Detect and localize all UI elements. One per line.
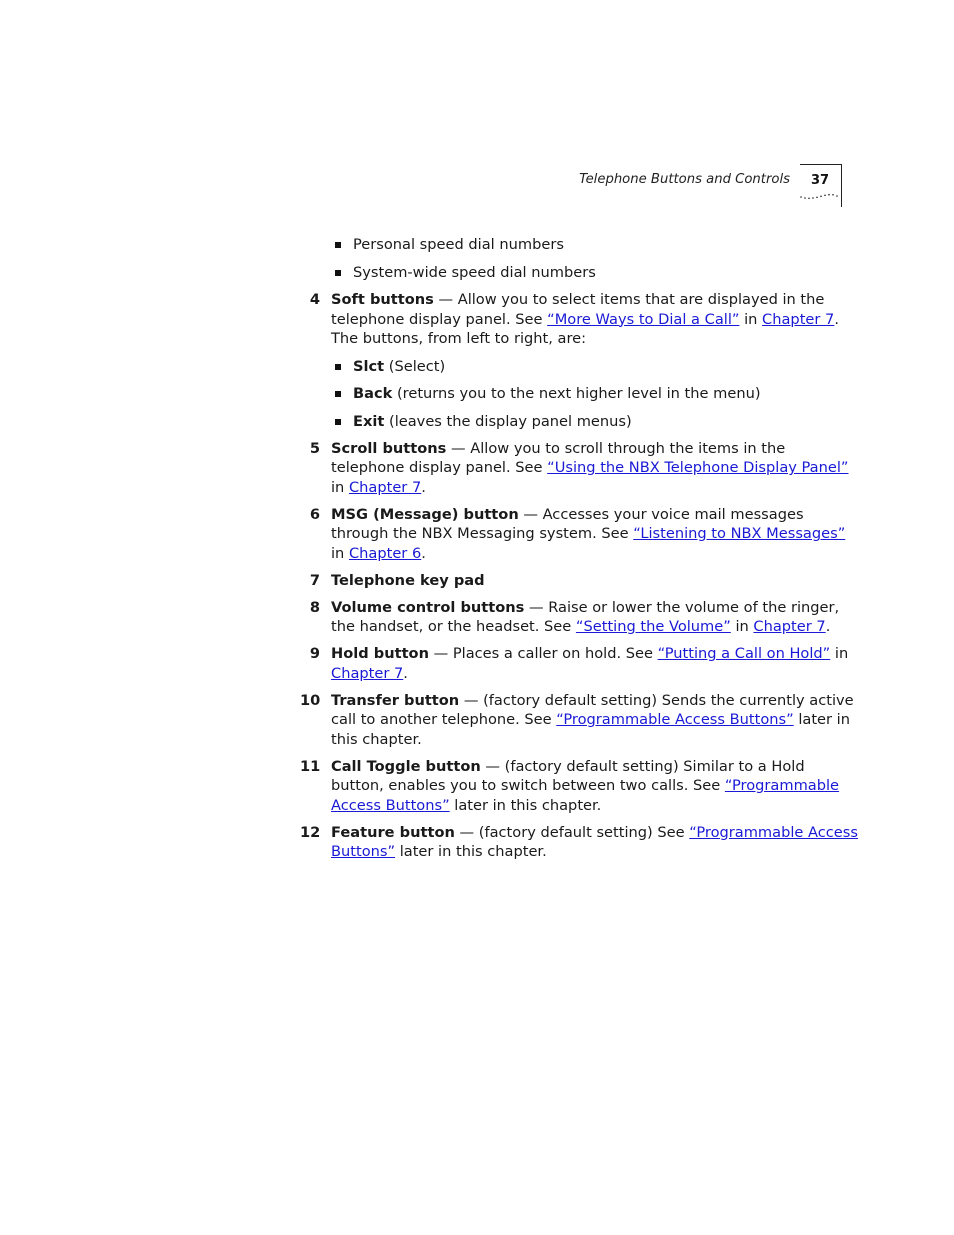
link-using-display-panel[interactable]: “Using the NBX Telephone Display Panel” (547, 459, 848, 476)
item-text: later in this chapter. (449, 796, 602, 814)
item-number: 4 (309, 291, 320, 308)
item-text: . (421, 478, 426, 496)
item-text: in (331, 544, 349, 562)
link-chapter-7[interactable]: Chapter 7 (753, 618, 825, 635)
numbered-item-hold-button: 9 Hold button — Places a caller on hold.… (300, 644, 860, 683)
link-setting-the-volume[interactable]: “Setting the Volume” (576, 618, 731, 635)
item-text: in (331, 478, 349, 496)
item-number: 5 (309, 439, 320, 457)
item-number: 6 (309, 505, 320, 523)
link-chapter-7[interactable]: Chapter 7 (349, 479, 421, 496)
link-chapter-7[interactable]: Chapter 7 (762, 311, 834, 328)
page-number: 37 (811, 173, 830, 188)
item-text: . (825, 618, 831, 635)
bullet-bold: Exit (353, 412, 385, 430)
bullet-text: System-wide speed dial numbers (353, 263, 596, 281)
numbered-item-scroll-buttons: 5 Scroll buttons — Allow you to scroll t… (300, 439, 860, 498)
item-title: Telephone key pad (331, 571, 485, 589)
item-title: Transfer button (331, 691, 460, 709)
bullet-text: (leaves the display panel menus) (384, 412, 632, 430)
square-bullet-icon (335, 269, 341, 276)
link-listening-to-messages[interactable]: “Listening to NBX Messages” (633, 525, 845, 542)
bullet-item-exit: Exit (leaves the display panel menus) (300, 412, 860, 432)
link-chapter-6[interactable]: Chapter 6 (349, 545, 421, 562)
bullet-text: (returns you to the next higher level in… (392, 385, 761, 402)
item-text: . (403, 664, 408, 682)
numbered-item-msg-button: 6 MSG (Message) button — Accesses your v… (300, 505, 860, 564)
item-text: in (830, 645, 849, 662)
bullet-item: System-wide speed dial numbers (300, 263, 860, 283)
item-text: — Places a caller on hold. See (428, 645, 658, 662)
link-chapter-7[interactable]: Chapter 7 (331, 665, 403, 682)
dotted-curve-decoration-icon (800, 193, 838, 200)
link-putting-call-on-hold[interactable]: “Putting a Call on Hold” (658, 645, 831, 662)
square-bullet-icon (335, 363, 341, 370)
document-body: Personal speed dial numbers System-wide … (300, 235, 860, 869)
numbered-item-key-pad: 7 Telephone key pad (300, 571, 860, 591)
item-number: 9 (309, 645, 320, 662)
item-title: Call Toggle button (331, 757, 481, 775)
item-number: 8 (309, 598, 320, 616)
item-title: Scroll buttons (331, 439, 447, 457)
link-programmable-access-buttons[interactable]: “Programmable Access Buttons” (556, 711, 793, 728)
item-text: . (421, 544, 426, 562)
item-title: Volume control buttons (331, 598, 525, 616)
bullet-bold: Slct (353, 357, 385, 375)
item-number: 11 (300, 757, 321, 775)
item-number: 7 (309, 571, 320, 589)
bullet-text: (Select) (384, 357, 446, 375)
item-number: 10 (300, 691, 321, 709)
soft-button-list: Slct (Select) Back (returns you to the n… (300, 357, 860, 432)
square-bullet-icon (335, 242, 341, 248)
item-text: in (739, 310, 763, 328)
running-header-title: Telephone Buttons and Controls (579, 172, 790, 187)
item-number: 12 (300, 823, 321, 841)
numbered-item-soft-buttons: 4 Soft buttons — Allow you to select ite… (300, 290, 860, 431)
square-bullet-icon (335, 418, 341, 425)
numbered-item-transfer-button: 10 Transfer button — (factory default se… (300, 691, 860, 750)
item-title: MSG (Message) button (331, 505, 519, 523)
item-title: Hold button (331, 645, 429, 662)
bullet-text: Personal speed dial numbers (353, 236, 564, 253)
bullet-item-slct: Slct (Select) (300, 357, 860, 377)
square-bullet-icon (335, 391, 341, 397)
bullet-item-back: Back (returns you to the next higher lev… (300, 384, 860, 404)
numbered-item-volume-buttons: 8 Volume control buttons — Raise or lowe… (300, 598, 860, 637)
item-title: Feature button (331, 823, 455, 841)
page-number-box: 37 (800, 164, 842, 207)
numbered-item-call-toggle-button: 11 Call Toggle button — (factory default… (300, 757, 860, 816)
bullet-bold: Back (353, 385, 393, 402)
item-title: Soft buttons (331, 291, 434, 308)
item-text: — (factory default setting) See (454, 823, 690, 841)
link-more-ways-to-dial[interactable]: “More Ways to Dial a Call” (547, 311, 739, 328)
item-text: in (730, 618, 754, 635)
numbered-item-feature-button: 12 Feature button — (factory default set… (300, 823, 860, 862)
bullet-item: Personal speed dial numbers (300, 235, 860, 255)
item-text: later in this chapter. (395, 843, 547, 860)
